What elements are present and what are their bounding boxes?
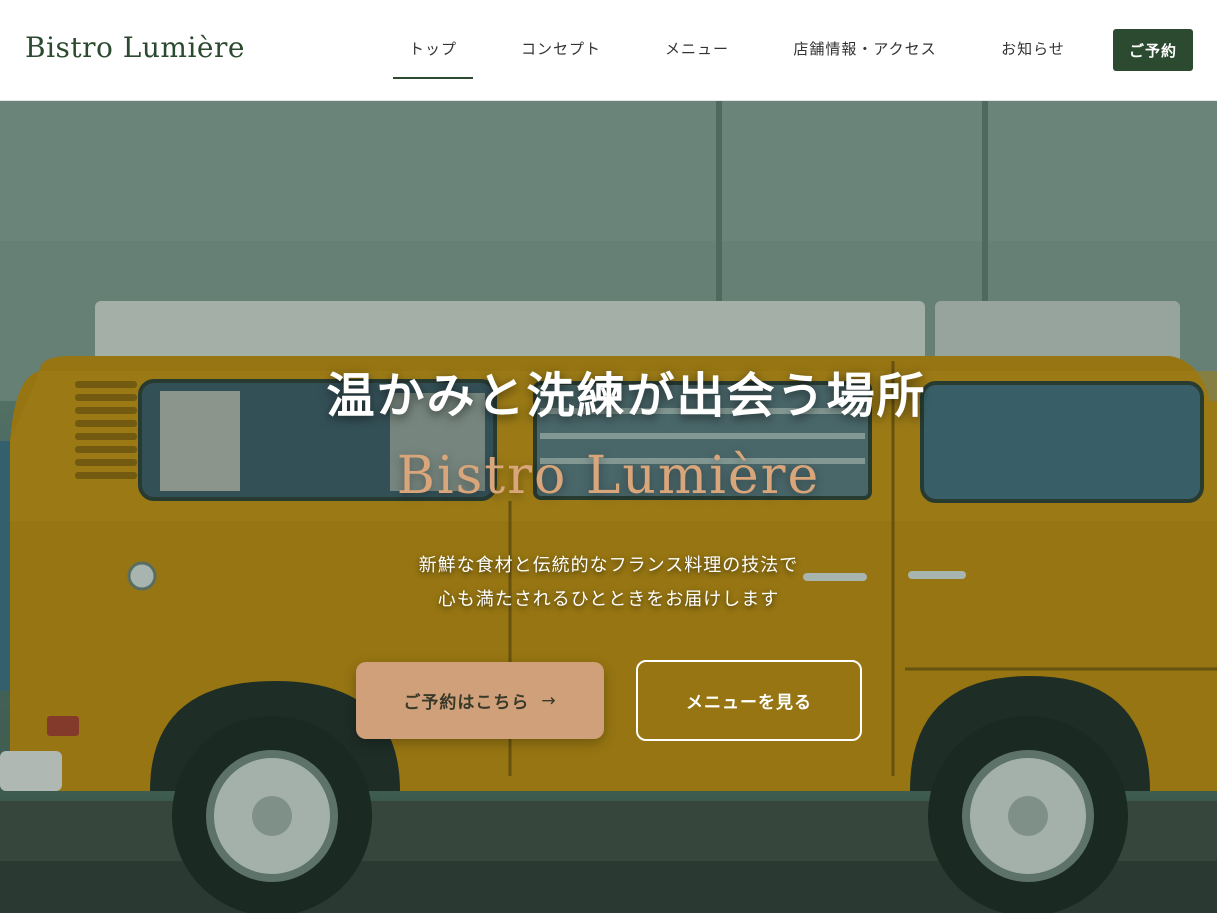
nav-item-access[interactable]: 店舗情報・アクセス (786, 38, 944, 59)
hero-title: 温かみと洗練が出会う場所 (326, 368, 927, 424)
arrow-right-icon: → (541, 690, 557, 711)
view-menu-button[interactable]: メニューを見る (636, 660, 862, 741)
reserve-button[interactable]: ご予約 (1113, 29, 1193, 71)
main-nav: トップ コンセプト メニュー 店舗情報・アクセス お知らせ (0, 0, 1217, 100)
reserve-cta-button[interactable]: ご予約はこちら → (356, 662, 604, 739)
hero-subtitle: Bistro Lumière (396, 446, 821, 506)
nav-item-menu[interactable]: メニュー (655, 38, 739, 59)
nav-item-news[interactable]: お知らせ (994, 38, 1072, 59)
site-header: Bistro Lumière トップ コンセプト メニュー 店舗情報・アクセス … (0, 0, 1217, 101)
hero-description-line-1: 新鮮な食材と伝統的なフランス料理の技法で (418, 555, 799, 576)
nav-item-top[interactable]: トップ (393, 38, 473, 79)
nav-item-concept[interactable]: コンセプト (512, 38, 610, 59)
hero-content: 温かみと洗練が出会う場所 Bistro Lumière 新鮮な食材と伝統的なフラ… (0, 101, 1217, 913)
hero-description: 新鮮な食材と伝統的なフランス料理の技法で 心も満たされるひとときをお届けします (0, 549, 1217, 617)
hero-description-line-2: 心も満たされるひとときをお届けします (437, 589, 780, 610)
hero-section: 温かみと洗練が出会う場所 Bistro Lumière 新鮮な食材と伝統的なフラ… (0, 101, 1217, 913)
reserve-cta-label: ご予約はこちら (403, 693, 530, 713)
